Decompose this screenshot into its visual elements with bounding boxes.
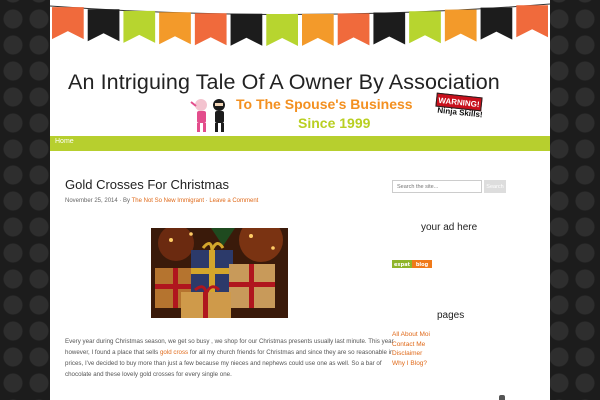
expat-blog-badge[interactable]: expat blog xyxy=(392,260,432,268)
ninja-skills-label: Ninja Skills! xyxy=(436,105,484,120)
bunting-flag xyxy=(52,7,84,40)
search-button[interactable]: Search xyxy=(484,180,506,193)
ninja-couple-logo xyxy=(190,99,225,132)
post-by-label: By xyxy=(123,198,131,204)
post-meta: November 25, 2014 · By The Not So New Im… xyxy=(65,198,258,204)
page-link-why-blog[interactable]: Why I Blog? xyxy=(392,359,430,369)
bunting-flag xyxy=(230,13,263,46)
partial-icon xyxy=(499,395,505,400)
bunting-flag xyxy=(444,9,477,42)
page-wrapper: An Intriguing Tale Of A Owner By Associa… xyxy=(50,0,550,400)
site-title[interactable]: An Intriguing Tale Of A Owner By Associa… xyxy=(68,70,538,95)
ad-widget-heading: your ad here xyxy=(421,222,478,233)
bunting-flag xyxy=(159,12,191,45)
christmas-presents-image xyxy=(151,228,288,318)
bunting-flag xyxy=(337,13,370,46)
nav-item-home[interactable]: Home xyxy=(55,138,74,145)
pages-widget-heading: pages xyxy=(437,310,465,321)
primary-nav: Home xyxy=(50,136,550,151)
bunting-flag xyxy=(123,10,156,43)
bunting-flag xyxy=(87,9,120,42)
site-header: An Intriguing Tale Of A Owner By Associa… xyxy=(50,0,550,136)
post-body: Every year during Christmas season, we g… xyxy=(65,336,405,380)
leave-comment-link[interactable]: Leave a Comment xyxy=(209,198,258,204)
bunting-flag xyxy=(480,7,513,40)
bunting-flag xyxy=(302,13,334,46)
post-title[interactable]: Gold Crosses For Christmas xyxy=(65,177,229,192)
search-input[interactable] xyxy=(392,180,482,193)
page-link-disclaimer[interactable]: Disclaimer xyxy=(392,349,430,359)
tagline-line-2: Since 1999 xyxy=(298,115,371,131)
bunting-flag xyxy=(373,12,406,45)
gold-cross-link[interactable]: gold cross xyxy=(160,349,188,356)
tagline-line-1: To The Spouse's Business xyxy=(236,96,413,112)
pages-list: All About Moi Contact Me Disclaimer Why … xyxy=(392,330,430,368)
expat-badge-right-text: blog xyxy=(416,262,429,268)
bunting-flag xyxy=(516,5,548,38)
bunting-flag xyxy=(409,11,441,44)
page-link-contact[interactable]: Contact Me xyxy=(392,340,430,350)
post-author-link[interactable]: The Not So New Immigrant xyxy=(132,198,204,204)
expat-badge-left-text: expat xyxy=(394,262,411,268)
page-link-about[interactable]: All About Moi xyxy=(392,330,430,340)
bunting-banner xyxy=(50,3,550,47)
bunting-flag xyxy=(194,13,227,46)
bunting-flag xyxy=(266,14,298,47)
post-date: November 25, 2014 xyxy=(65,198,118,204)
